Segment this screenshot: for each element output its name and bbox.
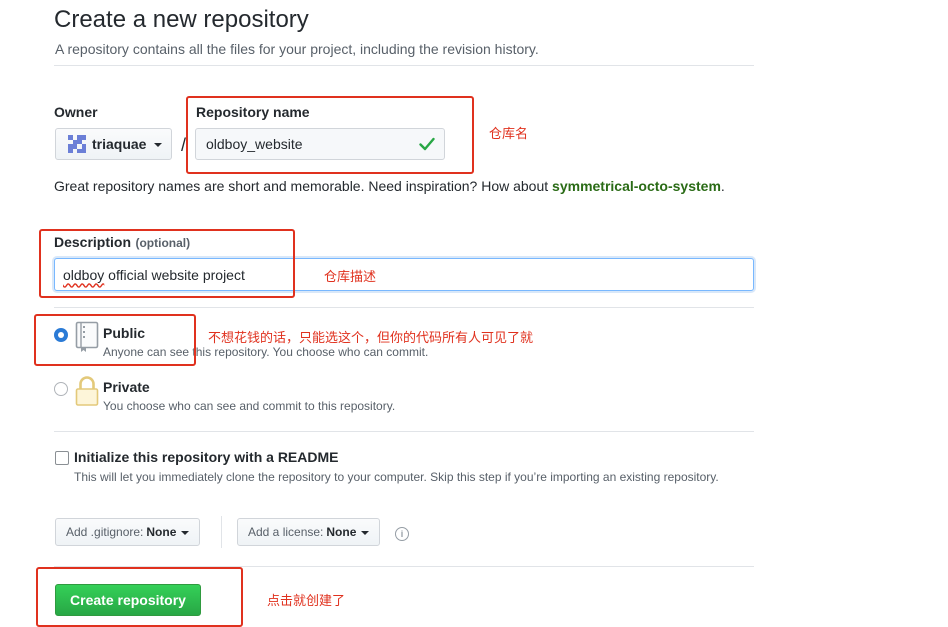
annotation-box-create (36, 567, 243, 627)
private-description: You choose who can see and commit to thi… (103, 399, 396, 413)
readme-description: This will let you immediately clone the … (74, 470, 719, 484)
avatar (68, 135, 86, 153)
annotation-note-description: 仓库描述 (324, 270, 377, 285)
owner-name: triaquae (92, 136, 147, 152)
name-suggestion-link[interactable]: symmetrical-octo-system (552, 178, 721, 194)
owner-label: Owner (54, 104, 98, 120)
annotation-note-create: 点击就创建了 (267, 594, 346, 609)
page-subtitle: A repository contains all the files for … (55, 41, 539, 57)
annotation-box-description (39, 229, 295, 298)
lock-icon (75, 376, 99, 406)
name-hint: Great repository names are short and mem… (54, 176, 754, 197)
header-divider (54, 65, 754, 66)
gitignore-value: None (146, 525, 177, 539)
annotation-note-repo-name: 仓库名 (489, 127, 529, 142)
info-icon[interactable]: i (395, 527, 409, 541)
caret-down-icon (181, 531, 190, 535)
page-title: Create a new repository (54, 6, 309, 33)
license-prefix: Add a license: (248, 525, 324, 539)
license-dropdown[interactable]: Add a license: None (237, 518, 381, 546)
annotation-box-public (34, 314, 196, 366)
caret-down-icon (154, 143, 163, 147)
readme-divider (54, 431, 754, 432)
private-radio[interactable] (54, 382, 68, 396)
private-title: Private (103, 379, 150, 395)
readme-title: Initialize this repository with a README (74, 449, 339, 465)
gitignore-dropdown[interactable]: Add .gitignore: None (55, 518, 201, 546)
hint-suffix: . (720, 178, 725, 194)
license-value: None (326, 525, 357, 539)
annotation-box-repo-name (186, 96, 474, 174)
dropdown-separator (221, 516, 222, 548)
caret-down-icon (361, 531, 370, 535)
hint-text: Great repository names are short and mem… (54, 178, 549, 194)
readme-checkbox[interactable] (55, 451, 69, 465)
owner-dropdown[interactable]: triaquae (55, 128, 172, 160)
annotation-note-public: 不想花钱的话，只能选这个，但你的代码所有人可见了就 (208, 331, 534, 346)
gitignore-prefix: Add .gitignore: (66, 525, 144, 539)
visibility-divider (54, 307, 754, 308)
